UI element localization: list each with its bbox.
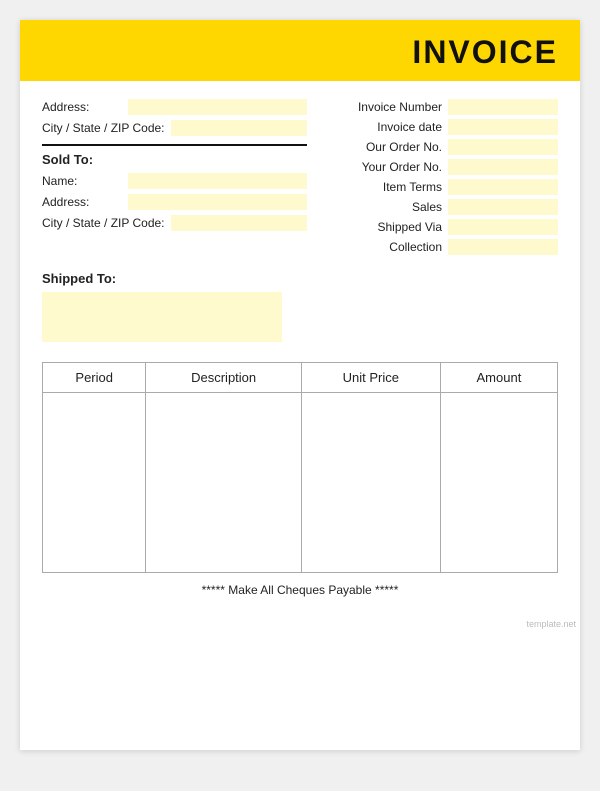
sold-city-label: City / State / ZIP Code: [42, 216, 165, 230]
watermark: template.net [20, 617, 580, 631]
table-row [43, 393, 558, 573]
item-terms-label: Item Terms [383, 180, 442, 194]
your-order-row: Your Order No. [317, 159, 558, 175]
col-description: Description [146, 363, 301, 393]
amount-cell[interactable] [440, 393, 557, 573]
our-order-row: Our Order No. [317, 139, 558, 155]
sold-address-label: Address: [42, 195, 122, 209]
sales-row: Sales [317, 199, 558, 215]
col-unit-price: Unit Price [301, 363, 440, 393]
shipped-to-label: Shipped To: [42, 271, 558, 286]
sold-address-row: Address: [42, 194, 307, 210]
collection-row: Collection [317, 239, 558, 255]
footer-text: ***** Make All Cheques Payable ***** [42, 583, 558, 597]
unit-price-cell[interactable] [301, 393, 440, 573]
divider [42, 144, 307, 146]
invoice-date-input[interactable] [448, 119, 558, 135]
invoice-table: Period Description Unit Price Amount [42, 362, 558, 573]
shipped-to-box[interactable] [42, 292, 282, 342]
top-section: Address: City / State / ZIP Code: Sold T… [42, 99, 558, 259]
city-row: City / State / ZIP Code: [42, 120, 307, 136]
shipped-via-input[interactable] [448, 219, 558, 235]
sold-to-label: Sold To: [42, 152, 307, 167]
collection-label: Collection [389, 240, 442, 254]
invoice-date-label: Invoice date [377, 120, 442, 134]
invoice-page: INVOICE Address: City / State / ZIP Code… [20, 20, 580, 750]
city-input[interactable] [171, 120, 308, 136]
address-row: Address: [42, 99, 307, 115]
invoice-number-row: Invoice Number [317, 99, 558, 115]
address-label: Address: [42, 100, 122, 114]
our-order-label: Our Order No. [366, 140, 442, 154]
col-period: Period [43, 363, 146, 393]
body-content: Address: City / State / ZIP Code: Sold T… [20, 81, 580, 617]
sold-name-row: Name: [42, 173, 307, 189]
invoice-number-label: Invoice Number [358, 100, 442, 114]
address-input[interactable] [128, 99, 307, 115]
sold-name-input[interactable] [128, 173, 307, 189]
your-order-input[interactable] [448, 159, 558, 175]
invoice-header: INVOICE [20, 20, 580, 81]
shipped-to-section: Shipped To: [42, 271, 558, 342]
sold-name-label: Name: [42, 174, 122, 188]
sold-city-input[interactable] [171, 215, 308, 231]
sales-input[interactable] [448, 199, 558, 215]
invoice-title: INVOICE [42, 34, 558, 71]
your-order-label: Your Order No. [362, 160, 442, 174]
invoice-number-input[interactable] [448, 99, 558, 115]
description-cell[interactable] [146, 393, 301, 573]
sold-address-input[interactable] [128, 194, 307, 210]
sales-label: Sales [412, 200, 442, 214]
period-cell[interactable] [43, 393, 146, 573]
item-terms-input[interactable] [448, 179, 558, 195]
col-amount: Amount [440, 363, 557, 393]
item-terms-row: Item Terms [317, 179, 558, 195]
left-column: Address: City / State / ZIP Code: Sold T… [42, 99, 307, 259]
our-order-input[interactable] [448, 139, 558, 155]
collection-input[interactable] [448, 239, 558, 255]
city-label: City / State / ZIP Code: [42, 121, 165, 135]
shipped-via-label: Shipped Via [378, 220, 443, 234]
sold-city-row: City / State / ZIP Code: [42, 215, 307, 231]
shipped-via-row: Shipped Via [317, 219, 558, 235]
right-column: Invoice Number Invoice date Our Order No… [317, 99, 558, 259]
invoice-date-row: Invoice date [317, 119, 558, 135]
